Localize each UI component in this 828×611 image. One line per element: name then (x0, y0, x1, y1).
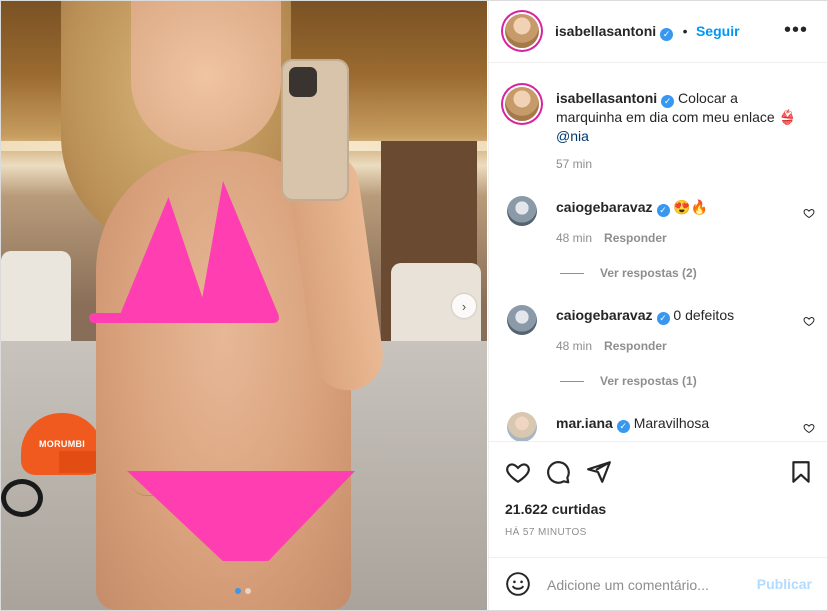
emoji-icon[interactable] (505, 571, 531, 597)
add-comment-bar: Publicar (489, 557, 827, 610)
avatar[interactable] (505, 14, 539, 48)
publish-button[interactable]: Publicar (757, 576, 812, 592)
verified-icon: ✓ (660, 28, 674, 41)
comment-input[interactable] (545, 573, 759, 597)
view-replies-button[interactable]: Ver respostas (2) (560, 266, 697, 280)
verified-icon: ✓ (616, 420, 630, 433)
comment-item: mar.iana ✓ Maravilhosa (556, 415, 709, 433)
phone-camera (289, 67, 317, 97)
carousel-dots (235, 588, 251, 594)
comment-item: caiogebaravaz ✓ 0 defeitos (556, 307, 734, 325)
chevron-right-icon: › (461, 298, 467, 314)
comment-text: 😍🔥 (673, 199, 709, 215)
bikini-band (89, 313, 279, 323)
view-replies-label: Ver respostas (2) (600, 266, 697, 280)
caption: isabellasantoni ✓ Colocar a marquinha em … (556, 89, 806, 146)
comment-like-icon[interactable] (803, 422, 815, 434)
comment-like-icon[interactable] (803, 207, 815, 219)
post-header: isabellasantoni ✓ • Seguir ••• (489, 1, 827, 63)
comment-avatar[interactable] (507, 305, 537, 335)
separator-dot: • (682, 23, 688, 39)
comment-username[interactable]: caiogebaravaz (556, 307, 653, 323)
comment-meta: 48 min Responder (556, 339, 667, 353)
header-username[interactable]: isabellasantoni (555, 23, 656, 39)
caption-time: 57 min (556, 157, 593, 171)
post-side-panel: isabellasantoni ✓ • Seguir ••• isabellasa… (488, 1, 827, 610)
comment-time: 48 min (556, 339, 593, 353)
pillow (1, 251, 71, 351)
caption-username[interactable]: isabellasantoni (556, 90, 657, 106)
verified-icon: ✓ (656, 312, 670, 325)
phone (281, 59, 349, 201)
comment-item: caiogebaravaz ✓ 😍🔥 (556, 199, 708, 217)
heart-icon[interactable] (505, 459, 531, 485)
reply-button[interactable]: Responder (604, 339, 667, 353)
post-photo[interactable]: MORUMBI › (1, 1, 487, 610)
comment-meta: 48 min Responder (556, 231, 667, 245)
comment-text: 0 defeitos (673, 307, 735, 323)
bookmark-icon[interactable] (788, 459, 814, 485)
post-timestamp: HÁ 57 MINUTOS (505, 527, 587, 538)
like-count[interactable]: 21.622 curtidas (505, 501, 606, 517)
carousel-dot (245, 588, 251, 594)
comment-username[interactable]: caiogebaravaz (556, 199, 653, 215)
comment-time: 48 min (556, 231, 593, 245)
replies-line (560, 380, 584, 382)
comment-like-icon[interactable] (803, 315, 815, 327)
share-icon[interactable] (586, 459, 612, 485)
comment-text: Maravilhosa (633, 415, 710, 431)
caption-avatar[interactable] (505, 87, 539, 121)
comment-icon[interactable] (545, 459, 571, 485)
verified-icon: ✓ (656, 204, 670, 217)
comments-list[interactable]: isabellasantoni ✓ Colocar a marquinha em … (489, 63, 827, 441)
view-replies-button[interactable]: Ver respostas (1) (560, 374, 697, 388)
cap-logo-text: MORUMBI (39, 439, 86, 449)
comment-username[interactable]: mar.iana (556, 415, 613, 431)
comment-avatar[interactable] (507, 412, 537, 441)
comment-avatar[interactable] (507, 196, 537, 226)
view-replies-label: Ver respostas (1) (600, 374, 697, 388)
face (131, 1, 281, 151)
caption-mention[interactable]: @nia (556, 128, 589, 144)
reply-button[interactable]: Responder (604, 231, 667, 245)
carousel-next-button[interactable]: › (452, 294, 476, 318)
sunglasses (1, 479, 43, 517)
instagram-post: MORUMBI › isabellasantoni ✓ • Seguir •••… (0, 0, 828, 611)
header-meta: isabellasantoni ✓ • Seguir (555, 23, 740, 41)
verified-icon: ✓ (661, 95, 675, 108)
post-actions: 21.622 curtidas HÁ 57 MINUTOS (489, 441, 827, 558)
more-horizontal-icon[interactable]: ••• (784, 20, 808, 40)
follow-button[interactable]: Seguir (696, 23, 740, 39)
replies-line (560, 272, 584, 274)
carousel-dot (235, 588, 241, 594)
